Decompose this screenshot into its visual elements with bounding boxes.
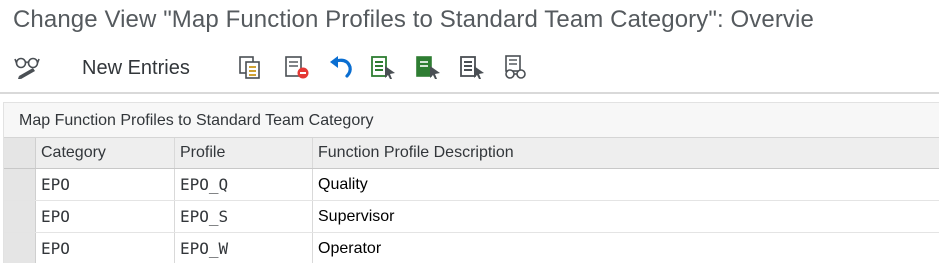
row-selector[interactable] bbox=[4, 169, 36, 200]
select-all-icon[interactable] bbox=[368, 52, 398, 82]
column-header-profile-label: Profile bbox=[180, 144, 226, 161]
column-header-description-label: Function Profile Description bbox=[318, 144, 514, 161]
new-entries-button[interactable]: New Entries bbox=[82, 57, 190, 80]
toolbar: New Entries bbox=[0, 44, 939, 90]
panel-title: Map Function Profiles to Standard Team C… bbox=[19, 112, 374, 129]
column-header-category[interactable]: Category bbox=[36, 138, 175, 168]
description-value: Operator bbox=[318, 239, 382, 257]
toolbar-divider bbox=[0, 92, 939, 94]
title-bar: Change View "Map Function Profiles to St… bbox=[0, 0, 939, 42]
row-selector[interactable] bbox=[4, 233, 36, 263]
column-header-category-label: Category bbox=[41, 144, 106, 161]
table-header-row: Category Profile Function Profile Descri… bbox=[4, 137, 939, 169]
profile-value: EPO_W bbox=[180, 239, 229, 258]
description-value: Quality bbox=[318, 175, 368, 193]
table-row: EPO EPO_W Operator bbox=[4, 233, 939, 263]
profile-value: EPO_S bbox=[180, 207, 229, 226]
detail-view-icon[interactable] bbox=[501, 52, 531, 82]
description-cell: Operator bbox=[313, 233, 939, 263]
table-panel: Map Function Profiles to Standard Team C… bbox=[3, 102, 939, 263]
undo-icon[interactable] bbox=[326, 52, 356, 82]
column-header-description[interactable]: Function Profile Description bbox=[313, 138, 939, 168]
row-selector[interactable] bbox=[4, 201, 36, 232]
profile-cell[interactable]: EPO_S bbox=[175, 201, 313, 232]
description-cell: Quality bbox=[313, 169, 939, 200]
deselect-all-icon[interactable] bbox=[457, 52, 487, 82]
category-cell[interactable]: EPO bbox=[36, 169, 175, 200]
copy-icon[interactable] bbox=[235, 52, 265, 82]
display-change-icon[interactable] bbox=[12, 52, 42, 82]
profile-cell[interactable]: EPO_Q bbox=[175, 169, 313, 200]
delete-icon[interactable] bbox=[282, 52, 312, 82]
category-value: EPO bbox=[41, 239, 70, 258]
column-header-profile[interactable]: Profile bbox=[175, 138, 313, 168]
category-value: EPO bbox=[41, 207, 70, 226]
table-row: EPO EPO_Q Quality bbox=[4, 169, 939, 201]
table-row: EPO EPO_S Supervisor bbox=[4, 201, 939, 233]
page-title: Change View "Map Function Profiles to St… bbox=[13, 6, 814, 33]
category-value: EPO bbox=[41, 175, 70, 194]
profile-value: EPO_Q bbox=[180, 175, 229, 194]
profile-cell[interactable]: EPO_W bbox=[175, 233, 313, 263]
category-cell[interactable]: EPO bbox=[36, 233, 175, 263]
description-value: Supervisor bbox=[318, 207, 395, 225]
select-all-rows-cell[interactable] bbox=[4, 138, 36, 168]
select-block-icon[interactable] bbox=[413, 52, 443, 82]
category-cell[interactable]: EPO bbox=[36, 201, 175, 232]
description-cell: Supervisor bbox=[313, 201, 939, 232]
